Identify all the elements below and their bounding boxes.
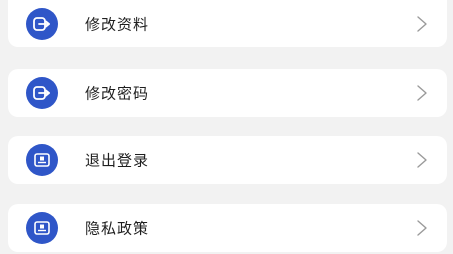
document-icon (26, 144, 58, 176)
chevron-right-icon (417, 15, 427, 32)
menu-item-privacy-policy[interactable]: 隐私政策 (8, 204, 447, 252)
menu-item-edit-profile[interactable]: 修改资料 (8, 0, 447, 47)
document-icon (26, 212, 58, 244)
menu-item-label: 修改密码 (85, 84, 150, 103)
chevron-right-icon (417, 220, 427, 236)
logout-arrow-icon (26, 7, 58, 40)
menu-item-logout[interactable]: 退出登录 (8, 136, 447, 184)
menu-item-label: 隐私政策 (85, 219, 150, 238)
chevron-right-icon (417, 85, 427, 101)
menu-item-label: 修改资料 (85, 15, 150, 33)
chevron-right-icon (417, 152, 427, 168)
menu-item-label: 退出登录 (85, 151, 150, 170)
menu-item-change-password[interactable]: 修改密码 (8, 69, 447, 117)
logout-arrow-icon (26, 77, 58, 109)
